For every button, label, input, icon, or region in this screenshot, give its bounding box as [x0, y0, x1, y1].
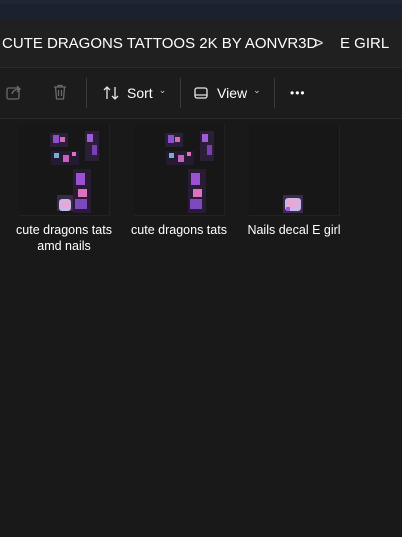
toolbar-divider: [274, 78, 275, 108]
toolbar-divider: [86, 78, 87, 108]
trash-icon[interactable]: [48, 80, 72, 104]
toolbar-divider: [180, 78, 181, 108]
file-name: cute dragons tats: [131, 223, 227, 237]
file-thumbnail: [18, 125, 110, 216]
file-item[interactable]: cute dragons tats: [131, 125, 227, 238]
file-view: cute dragons tats amd nails cute dragons…: [0, 119, 402, 537]
sort-icon: [103, 86, 119, 100]
view-icon: [194, 87, 208, 99]
breadcrumb-subfolder[interactable]: E GIRL: [340, 20, 389, 67]
breadcrumb-folder[interactable]: CUTE DRAGONS TATTOOS 2K BY AONVR3D: [2, 20, 317, 67]
sort-button[interactable]: Sort ⌄: [102, 78, 166, 108]
file-name: cute dragons tats amd nails: [16, 223, 112, 253]
file-name: Nails decal E girl: [247, 223, 341, 237]
file-thumbnail: [133, 125, 225, 216]
file-thumbnail: [248, 125, 340, 216]
tattoo-texture-icon: [164, 131, 214, 213]
view-label: View: [217, 85, 248, 101]
nail-texture-icon: [282, 195, 303, 213]
file-item[interactable]: Nails decal E girl: [246, 125, 342, 238]
chevron-down-icon: ⌄: [158, 84, 167, 95]
tattoo-texture-icon: [49, 131, 99, 213]
file-item[interactable]: cute dragons tats amd nails: [16, 125, 112, 254]
share-icon[interactable]: [2, 80, 26, 104]
sort-label: Sort: [127, 85, 153, 101]
address-bar[interactable]: CUTE DRAGONS TATTOOS 2K BY AONVR3D > E G…: [0, 20, 402, 68]
breadcrumb-separator: >: [314, 35, 324, 52]
command-bar: Sort ⌄ View ⌄ •••: [0, 68, 402, 119]
view-button[interactable]: View ⌄: [193, 78, 261, 108]
window-titlebar: [0, 0, 402, 20]
titlebar-strip: [0, 0, 402, 4]
chevron-down-icon: ⌄: [253, 84, 261, 95]
more-options-button[interactable]: •••: [290, 78, 306, 108]
